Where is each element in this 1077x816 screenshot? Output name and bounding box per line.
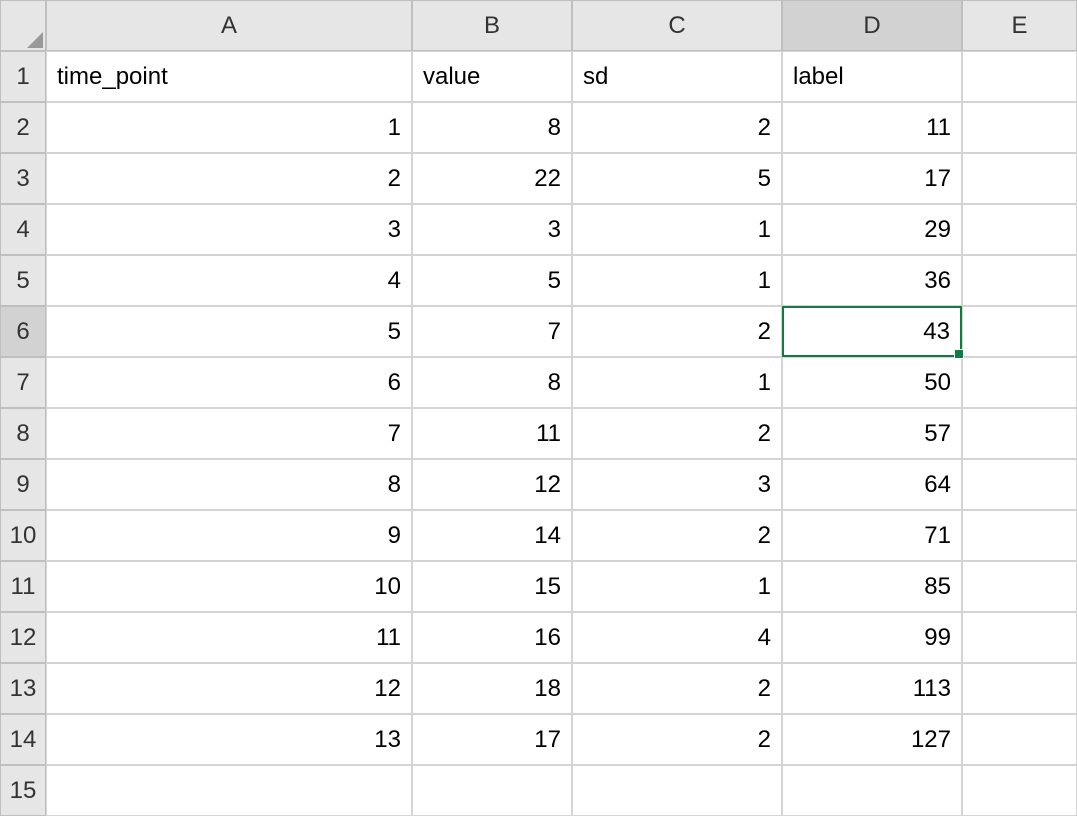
row-header-13[interactable]: 13 (0, 663, 46, 714)
cell-D6[interactable]: 43 (782, 306, 962, 357)
cell-C15[interactable] (572, 765, 782, 816)
cell-B9[interactable]: 12 (412, 459, 572, 510)
row-header-1[interactable]: 1 (0, 51, 46, 102)
cell-B7[interactable]: 8 (412, 357, 572, 408)
cell-D15[interactable] (782, 765, 962, 816)
row-header-9[interactable]: 9 (0, 459, 46, 510)
cell-C9[interactable]: 3 (572, 459, 782, 510)
row-header-5[interactable]: 5 (0, 255, 46, 306)
cell-D3[interactable]: 17 (782, 153, 962, 204)
cell-C1[interactable]: sd (572, 51, 782, 102)
cell-A4[interactable]: 3 (46, 204, 412, 255)
cell-D14[interactable]: 127 (782, 714, 962, 765)
cell-B12[interactable]: 16 (412, 612, 572, 663)
cell-E4[interactable] (962, 204, 1077, 255)
cell-E12[interactable] (962, 612, 1077, 663)
cell-B8[interactable]: 11 (412, 408, 572, 459)
row-header-11[interactable]: 11 (0, 561, 46, 612)
cell-A3[interactable]: 2 (46, 153, 412, 204)
cell-D5[interactable]: 36 (782, 255, 962, 306)
row-header-7[interactable]: 7 (0, 357, 46, 408)
row-header-8[interactable]: 8 (0, 408, 46, 459)
cell-C12[interactable]: 4 (572, 612, 782, 663)
cell-A11[interactable]: 10 (46, 561, 412, 612)
cell-C14[interactable]: 2 (572, 714, 782, 765)
cell-E1[interactable] (962, 51, 1077, 102)
cell-D7[interactable]: 50 (782, 357, 962, 408)
cell-B10[interactable]: 14 (412, 510, 572, 561)
cell-E13[interactable] (962, 663, 1077, 714)
cell-E5[interactable] (962, 255, 1077, 306)
cell-E7[interactable] (962, 357, 1077, 408)
row-header-15[interactable]: 15 (0, 765, 46, 816)
cell-B11[interactable]: 15 (412, 561, 572, 612)
cell-B4[interactable]: 3 (412, 204, 572, 255)
col-header-E[interactable]: E (962, 0, 1077, 51)
row-header-12[interactable]: 12 (0, 612, 46, 663)
cell-A5[interactable]: 4 (46, 255, 412, 306)
cell-D4[interactable]: 29 (782, 204, 962, 255)
cell-B3[interactable]: 22 (412, 153, 572, 204)
col-header-B[interactable]: B (412, 0, 572, 51)
cell-A6[interactable]: 5 (46, 306, 412, 357)
cell-E10[interactable] (962, 510, 1077, 561)
cell-A2[interactable]: 1 (46, 102, 412, 153)
row-header-2[interactable]: 2 (0, 102, 46, 153)
cell-E14[interactable] (962, 714, 1077, 765)
col-header-A[interactable]: A (46, 0, 412, 51)
cell-B15[interactable] (412, 765, 572, 816)
col-header-D[interactable]: D (782, 0, 962, 51)
cell-A7[interactable]: 6 (46, 357, 412, 408)
cell-D13[interactable]: 113 (782, 663, 962, 714)
cell-C5[interactable]: 1 (572, 255, 782, 306)
cell-B14[interactable]: 17 (412, 714, 572, 765)
cell-D2[interactable]: 11 (782, 102, 962, 153)
cell-C11[interactable]: 1 (572, 561, 782, 612)
cell-B6[interactable]: 7 (412, 306, 572, 357)
spreadsheet-grid: A B C D E 1 time_point value sd label 2 … (0, 0, 1077, 816)
row-header-4[interactable]: 4 (0, 204, 46, 255)
cell-A9[interactable]: 8 (46, 459, 412, 510)
col-header-C[interactable]: C (572, 0, 782, 51)
select-all-corner[interactable] (0, 0, 46, 51)
cell-A12[interactable]: 11 (46, 612, 412, 663)
cell-A8[interactable]: 7 (46, 408, 412, 459)
cell-E3[interactable] (962, 153, 1077, 204)
cell-E6[interactable] (962, 306, 1077, 357)
cell-E8[interactable] (962, 408, 1077, 459)
row-header-10[interactable]: 10 (0, 510, 46, 561)
cell-D12[interactable]: 99 (782, 612, 962, 663)
cell-D10[interactable]: 71 (782, 510, 962, 561)
row-header-14[interactable]: 14 (0, 714, 46, 765)
cell-D1[interactable]: label (782, 51, 962, 102)
cell-E11[interactable] (962, 561, 1077, 612)
cell-B5[interactable]: 5 (412, 255, 572, 306)
cell-C13[interactable]: 2 (572, 663, 782, 714)
cell-B1[interactable]: value (412, 51, 572, 102)
cell-C10[interactable]: 2 (572, 510, 782, 561)
row-header-6[interactable]: 6 (0, 306, 46, 357)
cell-E2[interactable] (962, 102, 1077, 153)
cell-B2[interactable]: 8 (412, 102, 572, 153)
cell-A13[interactable]: 12 (46, 663, 412, 714)
cell-C4[interactable]: 1 (572, 204, 782, 255)
cell-C2[interactable]: 2 (572, 102, 782, 153)
cell-D8[interactable]: 57 (782, 408, 962, 459)
cell-E15[interactable] (962, 765, 1077, 816)
cell-C8[interactable]: 2 (572, 408, 782, 459)
cell-D11[interactable]: 85 (782, 561, 962, 612)
cell-B13[interactable]: 18 (412, 663, 572, 714)
row-header-3[interactable]: 3 (0, 153, 46, 204)
cell-E9[interactable] (962, 459, 1077, 510)
cell-A10[interactable]: 9 (46, 510, 412, 561)
cell-C6[interactable]: 2 (572, 306, 782, 357)
cell-A1[interactable]: time_point (46, 51, 412, 102)
cell-A15[interactable] (46, 765, 412, 816)
cell-D9[interactable]: 64 (782, 459, 962, 510)
cell-C3[interactable]: 5 (572, 153, 782, 204)
cell-C7[interactable]: 1 (572, 357, 782, 408)
cell-A14[interactable]: 13 (46, 714, 412, 765)
